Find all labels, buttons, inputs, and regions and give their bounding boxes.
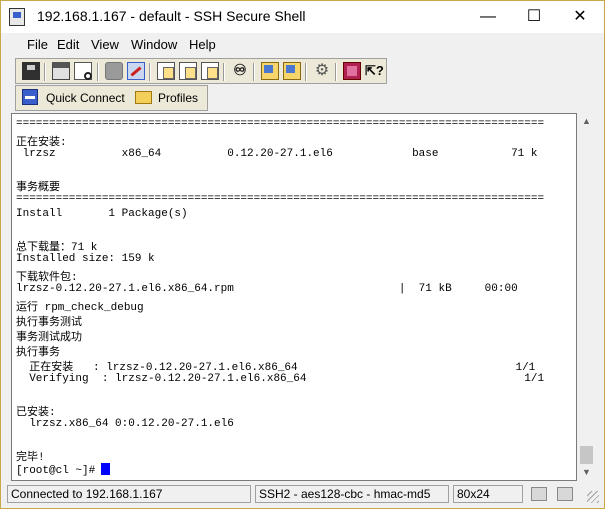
- shell-prompt: [root@cl ~]#: [16, 465, 96, 477]
- folder-icon: [135, 91, 152, 104]
- terminal-line: ========================================…: [16, 193, 545, 205]
- toolbar-separator: [305, 63, 307, 81]
- text-cursor: [101, 463, 111, 475]
- terminal-line: lrzsz-0.12.20-27.1.el6.x86_64.rpm | 71 k…: [16, 283, 518, 295]
- scroll-up-arrow-icon[interactable]: ▲: [578, 113, 595, 130]
- print-preview-icon[interactable]: [74, 62, 92, 80]
- terminal-line: Installed size: 159 k: [16, 253, 155, 265]
- toolbar-separator: [253, 63, 255, 81]
- toolbar-separator: [149, 63, 151, 81]
- terminal-line: 执行事务: [16, 347, 60, 359]
- terminal-line: 正在安装:: [16, 137, 67, 149]
- terminal-area[interactable]: ========================================…: [11, 113, 577, 481]
- scrollbar-thumb[interactable]: [580, 446, 593, 464]
- network-icon: [557, 487, 573, 501]
- terminal-line: 下载软件包:: [16, 272, 78, 284]
- settings-icon[interactable]: [261, 62, 279, 80]
- close-button[interactable]: ✕: [557, 1, 603, 33]
- menu-bar: File Edit View Window Help: [9, 33, 597, 55]
- print-icon[interactable]: [52, 62, 70, 80]
- encryption-icon: [531, 487, 547, 501]
- terminal-line: ========================================…: [16, 118, 545, 130]
- terminal-line: 已安装:: [16, 407, 56, 419]
- terminal-line: Verifying : lrzsz-0.12.20-27.1.el6.x86_6…: [16, 373, 545, 385]
- terminal-line: 正在安装 : lrzsz-0.12.20-27.1.el6.x86_64 1/1: [16, 362, 536, 374]
- scroll-down-arrow-icon[interactable]: ▼: [578, 464, 595, 481]
- toolbar-separator: [223, 63, 225, 81]
- file-transfer-icon[interactable]: [283, 62, 301, 80]
- connection-status: Connected to 192.168.1.167: [7, 485, 251, 503]
- menu-edit[interactable]: Edit: [57, 37, 79, 52]
- terminal-line: 事务概要: [16, 182, 60, 194]
- help-book-icon[interactable]: [343, 62, 361, 80]
- vertical-scrollbar[interactable]: ▲ ▼: [578, 113, 595, 481]
- disconnect-icon[interactable]: [105, 62, 123, 80]
- menu-help[interactable]: Help: [189, 37, 216, 52]
- terminal-line: lrzsz.x86_64 0:0.12.20-27.1.el6: [16, 418, 234, 430]
- connect-icon[interactable]: [127, 62, 145, 80]
- quick-connect-button[interactable]: Quick Connect: [18, 87, 128, 109]
- save-icon[interactable]: [22, 62, 40, 80]
- terminal-line: Install 1 Package(s): [16, 208, 188, 220]
- profiles-button[interactable]: Profiles: [132, 87, 206, 109]
- quick-connect-bar: Quick Connect Profiles: [15, 85, 208, 111]
- terminal-line: 事务测试成功: [16, 332, 82, 344]
- terminal-line: 总下载量：71 k: [16, 242, 98, 254]
- resize-grip-icon[interactable]: [587, 491, 599, 503]
- toolbar-separator: [44, 63, 46, 81]
- terminal-prompt-line: [root@cl ~]#: [16, 463, 111, 478]
- terminal-size-status: 80x24: [453, 485, 523, 503]
- terminal-line: 完毕!: [16, 452, 45, 464]
- minimize-button[interactable]: —: [465, 1, 511, 33]
- copy-icon[interactable]: [157, 62, 175, 80]
- terminal-line: 运行 rpm_check_debug: [16, 302, 144, 314]
- toolbar-separator: [335, 63, 337, 81]
- ssh-app-icon: [9, 8, 25, 26]
- quick-connect-label: Quick Connect: [46, 91, 125, 105]
- cipher-status: SSH2 - aes128-cbc - hmac-md5: [255, 485, 449, 503]
- toolbar-separator: [97, 63, 99, 81]
- options-icon[interactable]: ⚙: [313, 62, 331, 80]
- paste-clipboard-icon[interactable]: [201, 62, 219, 80]
- window-title: 192.168.1.167 - default - SSH Secure She…: [37, 8, 306, 24]
- terminal-line: lrzsz x86_64 0.12.20-27.1.el6 base 71 k: [16, 148, 538, 160]
- menu-view[interactable]: View: [91, 37, 119, 52]
- maximize-button[interactable]: ☐: [511, 1, 557, 33]
- menu-window[interactable]: Window: [131, 37, 177, 52]
- title-bar: 192.168.1.167 - default - SSH Secure She…: [1, 1, 604, 33]
- terminal-line: 执行事务测试: [16, 317, 82, 329]
- ssh-client-window: 192.168.1.167 - default - SSH Secure She…: [0, 0, 605, 509]
- status-bar: Connected to 192.168.1.167 SSH2 - aes128…: [7, 483, 599, 505]
- context-help-icon[interactable]: ⇱?: [365, 62, 384, 80]
- find-icon[interactable]: ♾: [231, 62, 249, 80]
- paste-icon[interactable]: [179, 62, 197, 80]
- menu-file[interactable]: File: [27, 37, 48, 52]
- profiles-label: Profiles: [158, 91, 199, 105]
- main-toolbar: ♾ ⚙ ⇱?: [15, 58, 387, 84]
- quick-connect-icon: [22, 89, 38, 105]
